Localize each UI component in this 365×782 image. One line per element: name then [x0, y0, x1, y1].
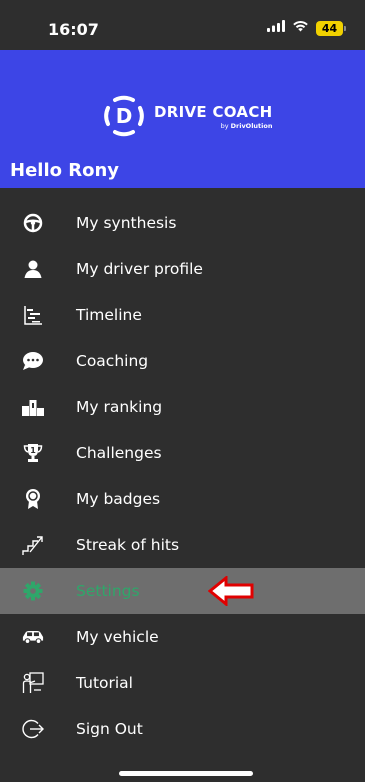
menu-item-tutorial[interactable]: Tutorial — [0, 660, 365, 706]
menu-item-challenges[interactable]: 1 Challenges — [0, 430, 365, 476]
home-indicator[interactable] — [119, 771, 253, 776]
drawer-menu: My synthesis My driver profile Timeline — [0, 200, 365, 752]
menu-item-my-ranking[interactable]: My ranking — [0, 384, 365, 430]
menu-item-label: Challenges — [76, 444, 162, 462]
menu-item-sign-out[interactable]: Sign Out — [0, 706, 365, 752]
menu-item-settings[interactable]: Settings — [0, 568, 365, 614]
logo-by-line: by DrivOlution — [220, 121, 273, 130]
podium-icon — [22, 396, 44, 418]
menu-item-my-driver-profile[interactable]: My driver profile — [0, 246, 365, 292]
menu-item-label: Sign Out — [76, 720, 143, 738]
gear-icon — [22, 580, 44, 602]
badge-icon — [22, 488, 44, 510]
status-time: 16:07 — [48, 20, 99, 39]
annotation-arrow-icon — [207, 574, 254, 611]
menu-item-timeline[interactable]: Timeline — [0, 292, 365, 338]
battery-icon: 44 — [316, 20, 346, 36]
greeting: Hello Rony — [10, 160, 120, 181]
chat-bubble-icon — [22, 350, 44, 372]
menu-item-label: My badges — [76, 490, 161, 508]
menu-item-label: Streak of hits — [76, 536, 180, 554]
drive-coach-logo: D DRIVE COACH by DrivOlution — [102, 94, 273, 138]
logo-brand-name: DRIVE COACH — [154, 102, 273, 121]
menu-item-coaching[interactable]: Coaching — [0, 338, 365, 384]
menu-item-label: Timeline — [76, 306, 142, 324]
stairs-icon — [22, 534, 44, 556]
svg-text:1: 1 — [30, 446, 36, 455]
sign-out-icon — [22, 718, 44, 740]
menu-item-my-synthesis[interactable]: My synthesis — [0, 200, 365, 246]
timeline-icon — [22, 304, 44, 326]
logo-text: DRIVE COACH by DrivOlution — [154, 103, 273, 130]
signal-icon — [267, 19, 285, 37]
menu-item-streak-of-hits[interactable]: Streak of hits — [0, 522, 365, 568]
svg-text:D: D — [116, 104, 133, 128]
steering-wheel-icon — [22, 212, 44, 234]
menu-item-my-vehicle[interactable]: My vehicle — [0, 614, 365, 660]
car-icon — [22, 626, 44, 648]
trophy-icon: 1 — [22, 442, 44, 464]
menu-item-label: My vehicle — [76, 628, 159, 646]
menu-item-label: Coaching — [76, 352, 149, 370]
menu-item-label: My driver profile — [76, 260, 203, 278]
tutorial-icon — [22, 672, 44, 694]
menu-item-label: My ranking — [76, 398, 163, 416]
menu-item-label: Settings — [76, 582, 140, 600]
drawer-header: D DRIVE COACH by DrivOlution Hello Rony — [0, 50, 365, 188]
menu-item-label: Tutorial — [76, 674, 133, 692]
menu-item-my-badges[interactable]: My badges — [0, 476, 365, 522]
wifi-icon — [292, 19, 309, 37]
menu-item-label: My synthesis — [76, 214, 177, 232]
status-icons: 44 — [267, 19, 346, 37]
person-icon — [22, 258, 44, 280]
status-bar: 16:07 44 — [0, 0, 365, 50]
logo-d-icon: D — [102, 94, 146, 138]
